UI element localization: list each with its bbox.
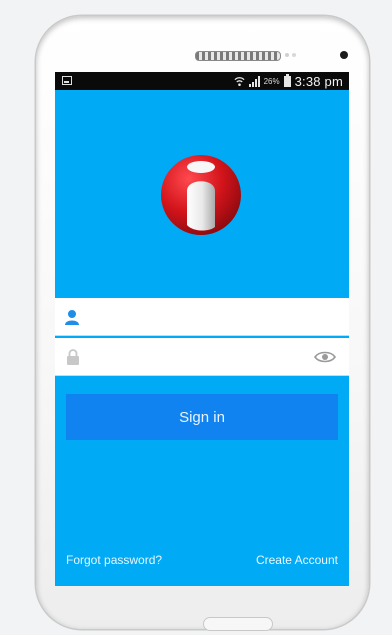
password-row: [55, 338, 349, 376]
battery-percent: 26%: [263, 76, 280, 86]
forgot-password-link[interactable]: Forgot password?: [66, 553, 162, 567]
home-button[interactable]: [203, 617, 273, 631]
status-indicators: 26% 3:38 pm: [234, 73, 343, 89]
light-sensor: [292, 53, 296, 57]
lock-icon: [67, 349, 79, 365]
front-camera: [340, 51, 348, 59]
signal-icon: [248, 75, 260, 87]
wifi-icon: [234, 76, 245, 86]
earpiece-speaker: [195, 51, 281, 61]
battery-icon: [283, 73, 291, 87]
status-time: 3:38 pm: [294, 73, 343, 89]
status-bar: 26% 3:38 pm: [55, 72, 349, 90]
username-row: [55, 298, 349, 336]
username-field[interactable]: [87, 304, 311, 332]
sign-in-button[interactable]: Sign in: [66, 394, 338, 440]
user-icon: [65, 310, 79, 325]
create-account-link[interactable]: Create Account: [256, 553, 338, 567]
red-sphere-logo-icon: [161, 155, 241, 235]
proximity-sensor: [285, 53, 289, 57]
app-screen: 26% 3:38 pm Sign in Forgot password? Cre…: [55, 72, 349, 586]
app-notification-icon: [62, 76, 72, 85]
password-field[interactable]: [87, 344, 311, 372]
eye-icon[interactable]: [314, 350, 336, 364]
